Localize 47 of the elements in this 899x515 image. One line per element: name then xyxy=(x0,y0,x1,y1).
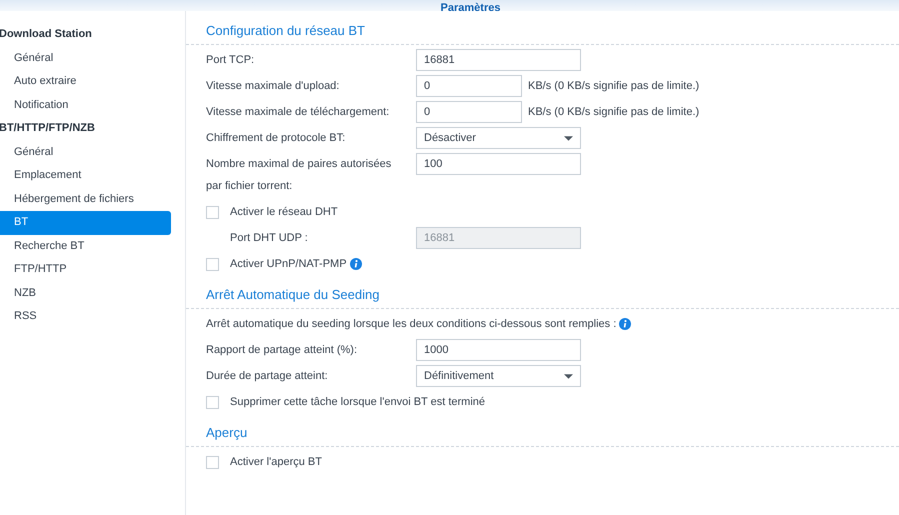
input-field[interactable]: 1000 xyxy=(416,339,581,361)
sidebar-item[interactable]: Notification xyxy=(0,94,171,117)
section-title: Configuration du réseau BT xyxy=(186,22,899,45)
input-field[interactable]: 16881 xyxy=(416,49,581,71)
sidebar-item[interactable]: NZB xyxy=(0,282,171,305)
sidebar-item[interactable]: Recherche BT xyxy=(0,234,171,258)
info-icon[interactable] xyxy=(350,258,362,270)
checkbox-label: Activer l'aperçu BT xyxy=(230,455,322,470)
dropdown[interactable]: Définitivement xyxy=(416,365,581,387)
field-label: Port TCP: xyxy=(206,53,256,68)
sidebar-item[interactable]: Général xyxy=(0,140,171,164)
sidebar-heading: BT/HTTP/FTP/NZB xyxy=(0,121,96,136)
section-title: Arrêt Automatique du Seeding xyxy=(186,286,899,309)
sidebar-item[interactable]: RSS xyxy=(0,305,171,328)
unit-note: KB/s (0 KB/s signifie pas de limite.) xyxy=(528,105,700,120)
dropdown[interactable]: Désactiver xyxy=(416,127,581,149)
sidebar-heading: Download Station xyxy=(0,27,93,42)
sidebar-item[interactable]: Général xyxy=(0,46,171,70)
field-label: Nombre maximal de paires autorisées par fichier torrent: xyxy=(206,157,392,194)
field-label: Port DHT UDP : xyxy=(229,231,309,246)
section-title: Aperçu xyxy=(186,424,899,447)
sidebar-item[interactable]: Emplacement xyxy=(0,164,171,188)
checkbox[interactable] xyxy=(206,396,219,408)
input-field[interactable]: 0 xyxy=(416,75,522,97)
field-label: Chiffrement de protocole BT: xyxy=(206,131,346,146)
checkbox[interactable] xyxy=(206,206,219,218)
field-label: Vitesse maximale de téléchargement: xyxy=(206,105,390,120)
checkbox[interactable] xyxy=(206,456,219,468)
field-label: Durée de partage atteint: xyxy=(206,369,329,384)
field-label: Rapport de partage atteint (%): xyxy=(206,343,358,358)
caret-icon xyxy=(564,136,573,140)
unit-note: KB/s (0 KB/s signifie pas de limite.) xyxy=(528,79,700,94)
sidebar-item[interactable]: BT xyxy=(0,211,171,234)
info-icon[interactable] xyxy=(619,318,632,330)
checkbox-label: Activer le réseau DHT xyxy=(230,205,338,220)
checkbox-label: Supprimer cette tâche lorsque l'envoi BT est terminé xyxy=(230,395,486,410)
caret-icon xyxy=(564,374,573,378)
input-field[interactable]: 100 xyxy=(416,153,581,175)
input-field[interactable]: 0 xyxy=(416,101,522,123)
field-label: Vitesse maximale d'upload: xyxy=(206,79,340,94)
sidebar-item[interactable]: Auto extraire xyxy=(0,70,171,94)
window-title: Paramètres xyxy=(440,3,500,11)
sidebar-item[interactable]: FTP/HTTP xyxy=(0,258,171,282)
sidebar-item[interactable]: Hébergement de fichiers xyxy=(0,188,171,211)
checkbox-label: Activer UPnP/NAT-PMP xyxy=(230,257,347,272)
checkbox[interactable] xyxy=(206,258,219,270)
description-text: Arrêt automatique du seeding lorsque les deux conditions ci-dessous sont remplies : xyxy=(206,317,616,332)
